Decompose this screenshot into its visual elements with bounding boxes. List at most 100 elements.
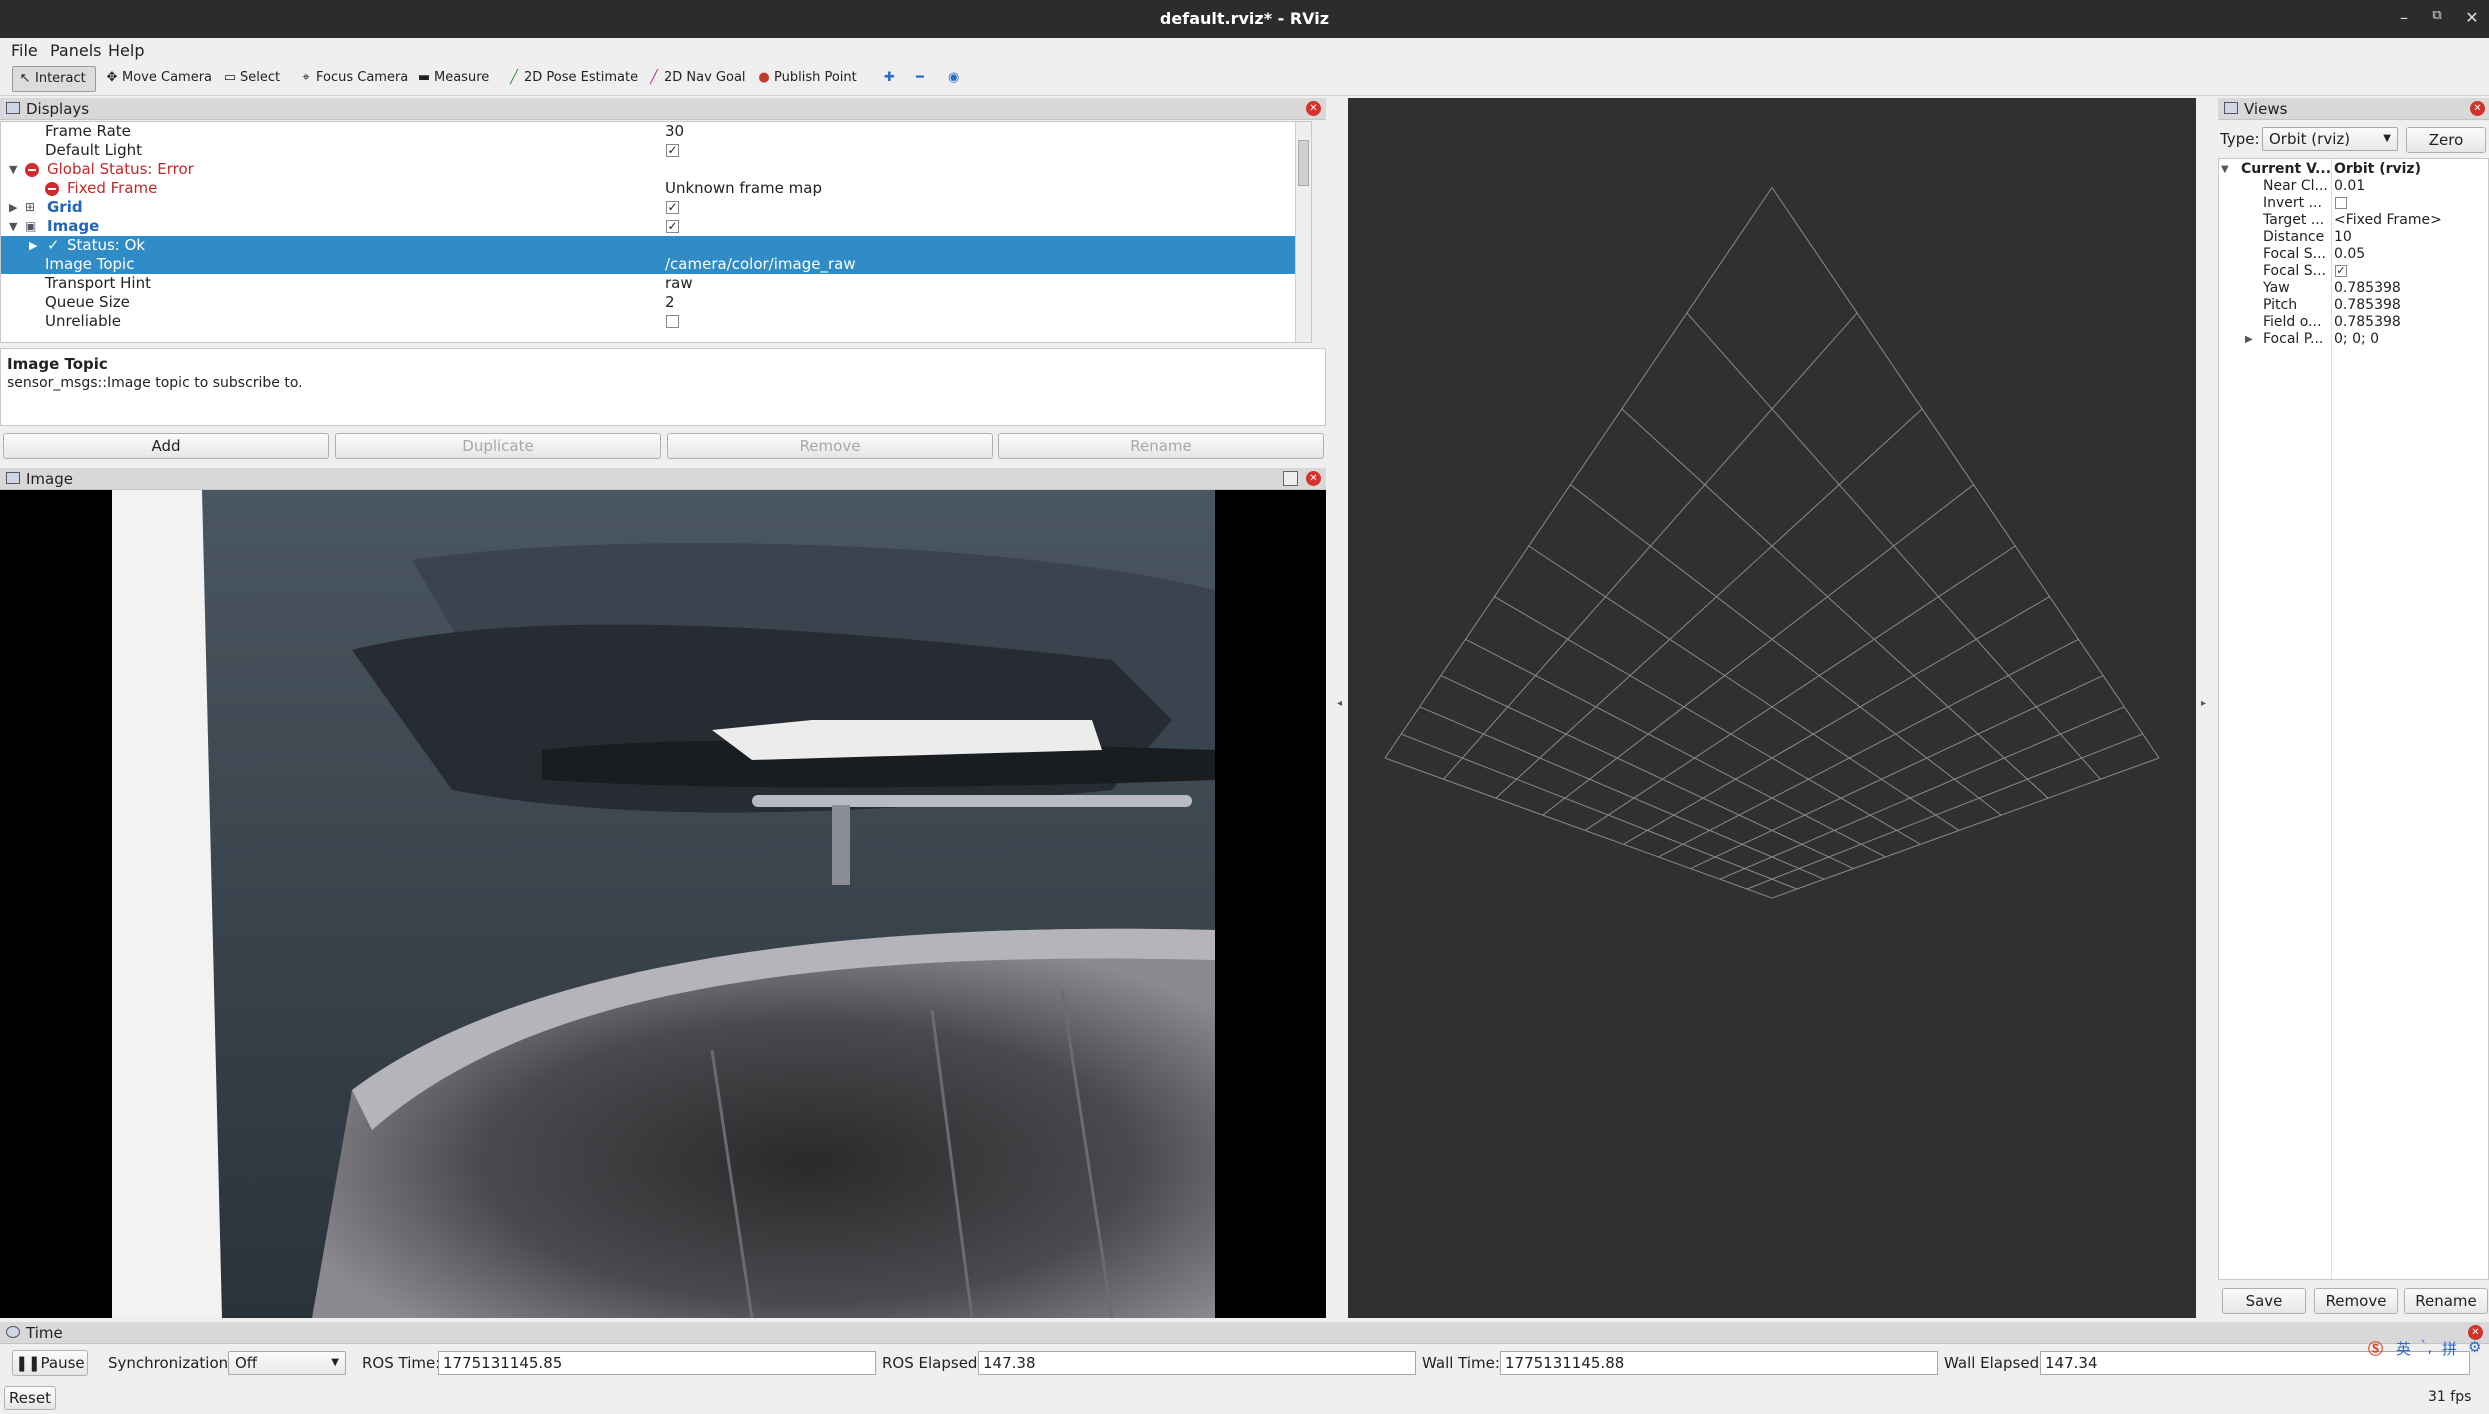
tree-row[interactable]: Frame Rate 30 (1, 122, 1311, 141)
interact-tool[interactable]: ↖ Interact (12, 66, 96, 92)
tree-row[interactable]: Pitch 0.785398 (2219, 297, 2489, 314)
tree-scrollbar[interactable] (1295, 122, 1311, 342)
scroll-thumb[interactable] (1298, 140, 1309, 186)
map-pin-icon: ● (758, 70, 770, 85)
reset-button[interactable]: Reset (4, 1386, 56, 1410)
tree-row[interactable]: Fixed Frame Unknown frame map (1, 179, 1311, 198)
fps-readout: 31 fps (2428, 1389, 2472, 1405)
image-close-icon[interactable]: ✕ (1306, 471, 1321, 486)
save-view-button[interactable]: Save (2222, 1288, 2306, 1314)
monitor-icon (6, 102, 20, 114)
default-light-checkbox[interactable]: ✓ (666, 144, 679, 157)
duplicate-button[interactable]: Duplicate (335, 433, 661, 459)
zero-button[interactable]: Zero (2406, 127, 2486, 153)
menu-file[interactable]: File (11, 41, 38, 60)
views-panel: Views ✕ Type: Orbit (rviz) ▼ Zero ▼ Curre… (2218, 98, 2489, 1318)
focal-shape-checkbox[interactable]: ✓ (2335, 265, 2347, 277)
image-checkbox[interactable]: ✓ (666, 220, 679, 233)
remove-view-button[interactable]: Remove (2314, 1288, 2398, 1314)
collapse-arrow-icon[interactable]: ▶ (9, 198, 17, 217)
right-splitter[interactable]: ▸ (2198, 98, 2212, 1318)
float-panel-icon[interactable] (1283, 471, 1298, 486)
tree-row[interactable]: ▼ Global Status: Error (1, 160, 1311, 179)
ros-time-field[interactable]: 1775131145.85 (438, 1351, 876, 1375)
nav-goal-tool[interactable]: ╱ 2D Nav Goal (642, 66, 750, 92)
add-button[interactable]: Add (3, 433, 329, 459)
move-camera-tool[interactable]: ✥ Move Camera (100, 66, 216, 92)
close-icon[interactable]: ✕ (2460, 8, 2484, 27)
move-icon: ✥ (106, 70, 118, 85)
collapse-arrow-icon[interactable]: ▶ (29, 236, 37, 255)
camera-image-view (0, 490, 1326, 1318)
rename-button[interactable]: Rename (998, 433, 1324, 459)
tree-row[interactable]: Queue Size 2 (1, 293, 1311, 312)
tree-row[interactable]: Invert ... (2219, 195, 2489, 212)
sogou-ime-icon[interactable]: Ⓢ (2368, 1338, 2383, 1359)
tree-row[interactable]: Image Topic /camera/color/image_raw (1, 255, 1311, 274)
measure-tool[interactable]: ▬ Measure (412, 66, 493, 92)
tree-row[interactable]: Unreliable (1, 312, 1311, 331)
grid-icon: ⊞ (25, 200, 36, 214)
ime-punct-icon[interactable]: ˋ, (2420, 1338, 2432, 1356)
green-arrow-icon: ╱ (510, 70, 518, 85)
pink-arrow-icon: ╱ (650, 70, 658, 85)
views-type-label: Type: (2220, 130, 2260, 148)
ime-pinyin[interactable]: 拼 (2442, 1338, 2457, 1359)
tree-row[interactable]: Distance 10 (2219, 229, 2489, 246)
tree-row[interactable]: Transport Hint raw (1, 274, 1311, 293)
time-panel: Time ✕ ❚❚Pause Synchronization: Off ▼ ROS… (0, 1322, 2489, 1414)
select-icon: ▭ (223, 70, 237, 85)
menu-help[interactable]: Help (108, 41, 144, 60)
grid-checkbox[interactable]: ✓ (666, 201, 679, 214)
menu-bar: File Panels Help (0, 38, 2489, 62)
tree-row[interactable]: ▶ Focal P... 0; 0; 0 (2219, 331, 2489, 348)
eye-icon[interactable]: ◉ (944, 66, 963, 92)
expand-arrow-icon[interactable]: ▼ (9, 217, 17, 236)
remove-tool-icon[interactable]: ━ (912, 66, 928, 92)
invert-checkbox[interactable] (2335, 197, 2347, 209)
tree-row[interactable]: ▼ Current V... Orbit (rviz) (2219, 161, 2489, 178)
view-type-select[interactable]: Orbit (rviz) ▼ (2262, 127, 2398, 151)
tree-row[interactable]: ▼ ▣ Image ✓ (1, 217, 1311, 236)
title-bar: default.rviz* - RViz – ⧉ ✕ (0, 0, 2489, 38)
ime-lang[interactable]: 英 (2396, 1338, 2411, 1359)
image-panel-title: Image (26, 470, 73, 488)
collapse-arrow-icon[interactable]: ▶ (2245, 331, 2253, 348)
tree-row[interactable]: Yaw 0.785398 (2219, 280, 2489, 297)
sync-select[interactable]: Off ▼ (228, 1351, 346, 1375)
wall-time-field[interactable]: 1775131145.88 (1500, 1351, 1938, 1375)
displays-title: Displays (26, 100, 90, 118)
rename-view-button[interactable]: Rename (2404, 1288, 2488, 1314)
tree-row[interactable]: Default Light ✓ (1, 141, 1311, 160)
grid-line (1621, 408, 2049, 799)
focus-icon: ⌖ (302, 70, 310, 85)
pause-button[interactable]: ❚❚Pause (12, 1350, 88, 1376)
splitter-right-arrow-icon: ▸ (2201, 698, 2207, 709)
pose-estimate-tool[interactable]: ╱ 2D Pose Estimate (502, 66, 642, 92)
left-splitter[interactable]: ◂ (1334, 98, 1348, 1318)
tree-row[interactable]: Target ... <Fixed Frame> (2219, 212, 2489, 229)
tree-row[interactable]: Focal S... 0.05 (2219, 246, 2489, 263)
focus-camera-tool[interactable]: ⌖ Focus Camera (294, 66, 412, 92)
tree-row[interactable]: Field o... 0.785398 (2219, 314, 2489, 331)
maximize-icon[interactable]: ⧉ (2425, 8, 2449, 23)
minimize-icon[interactable]: – (2392, 8, 2416, 27)
tree-row[interactable]: ▶ ✓ Status: Ok (1, 236, 1311, 255)
ros-elapsed-field[interactable]: 147.38 (978, 1351, 1416, 1375)
tree-row[interactable]: Near Cl... 0.01 (2219, 178, 2489, 195)
expand-arrow-icon[interactable]: ▼ (9, 160, 17, 179)
unreliable-checkbox[interactable] (666, 315, 679, 328)
expand-arrow-icon[interactable]: ▼ (2221, 161, 2229, 178)
publish-point-tool[interactable]: ● Publish Point (752, 66, 861, 92)
tree-row[interactable]: ▶ ⊞ Grid ✓ (1, 198, 1311, 217)
views-close-icon[interactable]: ✕ (2470, 101, 2485, 116)
tree-row[interactable]: Focal S... ✓ (2219, 263, 2489, 280)
3d-render-view[interactable] (1348, 98, 2196, 1318)
menu-panels[interactable]: Panels (50, 41, 102, 60)
select-tool[interactable]: ▭ Select (218, 66, 284, 92)
displays-close-icon[interactable]: ✕ (1306, 101, 1321, 116)
ime-settings-icon[interactable]: ⚙ (2468, 1338, 2481, 1356)
add-tool-icon[interactable]: ✚ (880, 66, 899, 92)
remove-button[interactable]: Remove (667, 433, 993, 459)
sync-label: Synchronization: (108, 1354, 234, 1372)
